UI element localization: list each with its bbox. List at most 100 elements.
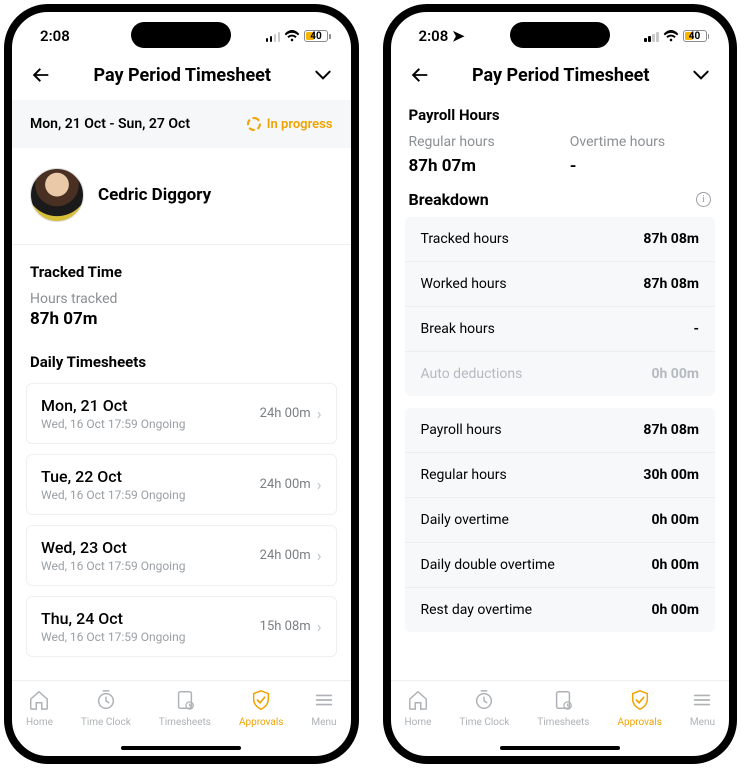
tab-timeclock[interactable]: Time Clock	[459, 689, 509, 728]
battery-icon: 40	[304, 30, 331, 42]
progress-icon	[247, 117, 261, 131]
daily-timesheet-row[interactable]: Thu, 24 Oct Wed, 16 Oct 17:59 Ongoing 15…	[26, 596, 337, 657]
day-duration: 24h 00m	[260, 548, 311, 563]
page-title: Pay Period Timesheet	[94, 65, 272, 86]
approvals-icon	[629, 689, 651, 714]
cellular-icon	[266, 31, 281, 42]
breakdown-row: Daily overtime 0h 00m	[405, 498, 716, 543]
breakdown-label: Rest day overtime	[421, 602, 533, 618]
day-subtitle: Wed, 16 Oct 17:59 Ongoing	[41, 488, 185, 502]
tab-bar: Home Time Clock Timesheets Approvals Menu	[391, 680, 730, 756]
timeclock-icon	[95, 689, 117, 714]
tab-label: Timesheets	[159, 717, 211, 728]
breakdown-label: Regular hours	[421, 467, 507, 483]
breakdown-label: Payroll hours	[421, 422, 502, 438]
tab-timeclock[interactable]: Time Clock	[81, 689, 131, 728]
chevron-down-icon[interactable]	[313, 65, 333, 85]
tab-label: Time Clock	[459, 717, 509, 728]
daily-timesheets-title: Daily Timesheets	[30, 353, 333, 371]
tab-label: Menu	[311, 717, 336, 728]
breakdown-value: 87h 08m	[643, 231, 699, 247]
breakdown-value: 0h 00m	[651, 366, 699, 382]
breakdown-value: 0h 00m	[651, 602, 699, 618]
breakdown-group-1: Tracked hours 87h 08m Worked hours 87h 08m B…	[405, 217, 716, 396]
nav-bar: Pay Period Timesheet	[12, 60, 351, 100]
tab-label: Approvals	[617, 717, 661, 728]
breakdown-row: Daily double overtime 0h 00m	[405, 543, 716, 588]
status-badge: In progress	[247, 117, 333, 132]
notch	[510, 22, 610, 48]
overtime-hours-value: -	[570, 156, 711, 176]
daily-timesheet-row[interactable]: Mon, 21 Oct Wed, 16 Oct 17:59 Ongoing 24…	[26, 383, 337, 444]
breakdown-value: 87h 08m	[643, 422, 699, 438]
tab-label: Menu	[690, 717, 715, 728]
breakdown-value: 0h 00m	[651, 557, 699, 573]
menu-icon	[313, 689, 335, 714]
tab-timesheets[interactable]: Timesheets	[159, 689, 211, 728]
tab-label: Approvals	[239, 717, 283, 728]
breakdown-label: Daily overtime	[421, 512, 509, 528]
hours-tracked-value: 87h 07m	[30, 309, 333, 329]
daily-timesheet-row[interactable]: Tue, 22 Oct Wed, 16 Oct 17:59 Ongoing 24…	[26, 454, 337, 515]
breakdown-value: 0h 00m	[651, 512, 699, 528]
breakdown-value: 87h 08m	[643, 276, 699, 292]
overtime-hours-label: Overtime hours	[570, 134, 711, 150]
phone-right: 2:08 ➤ 40 Pay Period Timesheet Payroll H…	[383, 4, 738, 764]
cellular-icon	[644, 31, 659, 42]
page-title: Pay Period Timesheet	[472, 65, 650, 86]
day-date: Wed, 23 Oct	[41, 538, 185, 557]
breakdown-label: Worked hours	[421, 276, 507, 292]
breakdown-group-2: Payroll hours 87h 08m Regular hours 30h 00m…	[405, 408, 716, 632]
timeclock-icon	[473, 689, 495, 714]
day-date: Mon, 21 Oct	[41, 396, 185, 415]
breakdown-value: 30h 00m	[643, 467, 699, 483]
back-icon[interactable]	[30, 64, 52, 86]
back-icon[interactable]	[409, 64, 431, 86]
tab-menu[interactable]: Menu	[690, 689, 715, 728]
phone-left: 2:08 40 Pay Period Timesheet Mon, 21 Oct…	[4, 4, 359, 764]
chevron-right-icon: ›	[317, 546, 322, 565]
status-time: 2:08 ➤	[419, 27, 465, 45]
tab-label: Time Clock	[81, 717, 131, 728]
day-date: Thu, 24 Oct	[41, 609, 185, 628]
tab-label: Timesheets	[537, 717, 589, 728]
breakdown-label: Daily double overtime	[421, 557, 555, 573]
daily-timesheet-row[interactable]: Wed, 23 Oct Wed, 16 Oct 17:59 Ongoing 24…	[26, 525, 337, 586]
breakdown-label: Tracked hours	[421, 231, 509, 247]
breakdown-row: Regular hours 30h 00m	[405, 453, 716, 498]
tab-home[interactable]: Home	[404, 689, 431, 728]
wifi-icon	[663, 30, 679, 42]
breakdown-row: Tracked hours 87h 08m	[405, 217, 716, 262]
chevron-right-icon: ›	[317, 404, 322, 423]
timesheets-icon	[552, 689, 574, 714]
breakdown-row: Rest day overtime 0h 00m	[405, 588, 716, 632]
breakdown-label: Break hours	[421, 321, 495, 337]
breakdown-row: Auto deductions 0h 00m	[405, 352, 716, 396]
progress-label: In progress	[267, 117, 333, 132]
avatar	[30, 168, 84, 222]
status-time: 2:08	[40, 27, 70, 45]
day-subtitle: Wed, 16 Oct 17:59 Ongoing	[41, 559, 185, 573]
breakdown-label: Auto deductions	[421, 366, 523, 382]
chevron-down-icon[interactable]	[691, 65, 711, 85]
breakdown-row: Payroll hours 87h 08m	[405, 408, 716, 453]
nav-bar: Pay Period Timesheet	[391, 60, 730, 100]
payroll-hours-title: Payroll Hours	[409, 106, 712, 124]
tab-timesheets[interactable]: Timesheets	[537, 689, 589, 728]
tab-approvals[interactable]: Approvals	[617, 689, 661, 728]
tab-home[interactable]: Home	[26, 689, 53, 728]
employee-name: Cedric Diggory	[98, 185, 211, 205]
menu-icon	[691, 689, 713, 714]
info-icon[interactable]: i	[696, 192, 711, 207]
daily-timesheets-list: Mon, 21 Oct Wed, 16 Oct 17:59 Ongoing 24…	[12, 383, 351, 667]
home-indicator	[500, 746, 620, 750]
date-range-banner: Mon, 21 Oct - Sun, 27 Oct In progress	[12, 100, 351, 148]
tab-menu[interactable]: Menu	[311, 689, 336, 728]
tab-approvals[interactable]: Approvals	[239, 689, 283, 728]
home-icon	[407, 689, 429, 714]
employee-header: Cedric Diggory	[12, 148, 351, 245]
timesheets-icon	[174, 689, 196, 714]
day-duration: 24h 00m	[260, 406, 311, 421]
breakdown-row: Break hours-	[405, 307, 716, 352]
tracked-time-title: Tracked Time	[30, 263, 333, 281]
